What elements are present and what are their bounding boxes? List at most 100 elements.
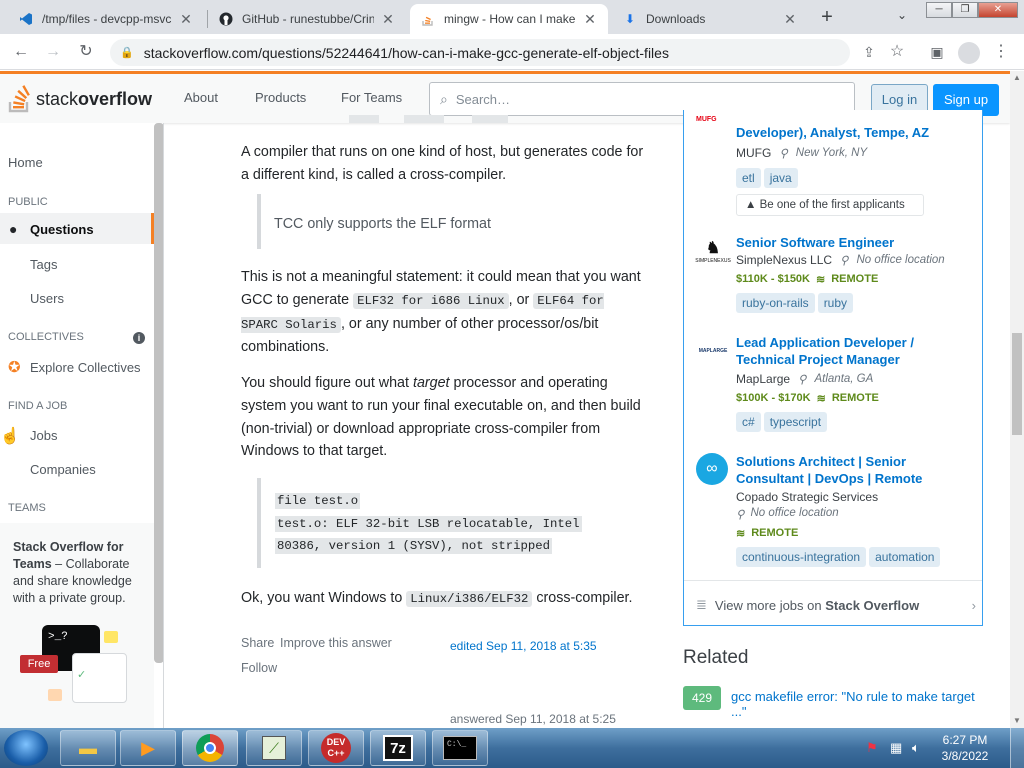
search-icon: ⌕	[440, 90, 448, 107]
tab-downloads[interactable]: ⬇ Downloads ✕	[612, 4, 808, 34]
remote-label: REMOTE	[831, 392, 879, 404]
sidebar-item-companies[interactable]: Companies	[30, 462, 96, 477]
action-center-icon[interactable]: ⚑	[866, 740, 878, 756]
explorer-taskbar-button[interactable]: ▬	[60, 730, 116, 766]
tag[interactable]: continuous-integration	[736, 547, 867, 567]
tab-search-icon[interactable]: ⌄	[897, 8, 907, 22]
new-tab-button[interactable]: +	[816, 6, 838, 28]
scroll-down-icon[interactable]: ▼	[1013, 716, 1021, 725]
volume-icon[interactable]: 🔈︎	[912, 740, 920, 756]
url-bar[interactable]: 🔒 stackoverflow.com/questions/52244641/h…	[110, 39, 850, 66]
globe-icon: ●	[9, 221, 18, 237]
improve-answer-link[interactable]: Improve this answer	[280, 636, 392, 650]
sidebar-section-find-a-job: FIND A JOB	[8, 400, 68, 412]
devcpp-taskbar-button[interactable]: DEV C++	[308, 730, 364, 766]
tab-devcpp[interactable]: /tmp/files - devcpp-msvc ✕	[8, 4, 204, 34]
sidebar-item-tags[interactable]: Tags	[30, 257, 57, 272]
nav-for-teams[interactable]: For Teams	[341, 90, 402, 105]
job-salary: $110K - $150K	[736, 273, 810, 285]
tag[interactable]: automation	[869, 547, 941, 567]
share-link[interactable]: Share	[241, 636, 274, 650]
profile-avatar[interactable]	[958, 42, 980, 64]
tag[interactable]: c#	[736, 412, 761, 432]
info-icon[interactable]: i	[133, 332, 145, 344]
editor-taskbar-button[interactable]: ⟋	[246, 730, 302, 766]
tag[interactable]: etl	[736, 168, 761, 188]
scroll-up-icon[interactable]: ▲	[1013, 73, 1021, 82]
sidebar-section-teams: TEAMS	[8, 502, 46, 514]
bookmark-star-icon[interactable]: ☆	[886, 42, 908, 62]
answer-paragraph: A compiler that runs on one kind of host…	[241, 144, 644, 183]
sidebar-item-users[interactable]: Users	[30, 291, 64, 306]
related-question-link[interactable]: gcc makefile error: "No rule to make tar…	[731, 689, 991, 719]
menu-dots-icon[interactable]: ⋮	[990, 42, 1012, 62]
start-button[interactable]	[4, 730, 48, 766]
job-company: SimpleNexus LLC	[736, 253, 833, 267]
view-more-jobs-link[interactable]: ≣ View more jobs on Stack Overflow ›	[696, 594, 976, 616]
network-icon[interactable]: ▦	[890, 740, 902, 756]
nav-about[interactable]: About	[184, 90, 218, 105]
mouse-cursor-icon: ☝	[0, 428, 20, 445]
job-title[interactable]: Senior Software Engineer	[736, 234, 976, 251]
minimize-button[interactable]: ─	[926, 2, 952, 18]
show-desktop-button[interactable]	[1010, 728, 1024, 768]
tag[interactable]: ruby	[817, 293, 854, 313]
edited-timestamp[interactable]: edited Sep 11, 2018 at 5:35	[450, 639, 597, 653]
code-line: 80386, version 1 (SYSV), not stripped	[275, 538, 553, 554]
media-player-icon: ▶	[141, 737, 155, 758]
page-scrollbar[interactable]: ▲ ▼	[1010, 71, 1024, 728]
tab-github[interactable]: GitHub - runestubbe/Crin ✕	[208, 4, 406, 34]
windows-taskbar: ▬ ▶ ⟋ DEV C++ 7z C:\_ ⚑ ▦ 🔈︎ 6:27 PM 3/8/…	[0, 728, 1024, 768]
close-icon[interactable]: ✕	[582, 11, 598, 28]
answer-paragraph: Ok, you want Windows to Linux/i386/ELF32…	[241, 587, 646, 611]
chrome-taskbar-button[interactable]	[182, 730, 238, 766]
code-line: test.o: ELF 32-bit LSB relocatable, Inte…	[275, 515, 582, 532]
follow-link[interactable]: Follow	[241, 661, 277, 675]
media-player-taskbar-button[interactable]: ▶	[120, 730, 176, 766]
reload-icon[interactable]: ↻	[75, 42, 97, 62]
sidebar-item-explore-collectives[interactable]: Explore Collectives	[30, 360, 141, 375]
paragraph-text: , or	[508, 291, 534, 308]
system-clock[interactable]: 6:27 PM 3/8/2022	[930, 732, 1000, 764]
nav-products[interactable]: Products	[255, 90, 306, 105]
answer-paragraph: You should figure out what target proces…	[241, 372, 646, 463]
tag[interactable]: java	[763, 168, 798, 188]
7zip-icon: 7z	[383, 735, 413, 761]
company-logo-text: SIMPLENEXUS	[695, 258, 731, 264]
job-title[interactable]: Developer), Analyst, Tempe, AZ	[736, 124, 976, 141]
cmd-taskbar-button[interactable]: C:\_	[432, 730, 488, 766]
tab-stackoverflow[interactable]: mingw - How can I make ✕	[410, 4, 608, 34]
tag[interactable]: typescript	[763, 412, 828, 432]
job-title[interactable]: Lead Application Developer / Technical P…	[736, 334, 956, 368]
lock-icon: 🔒	[120, 47, 134, 59]
side-panel-icon[interactable]: ▣	[926, 42, 948, 62]
code-fragment	[349, 115, 379, 123]
sidebar-scrollbar[interactable]	[154, 123, 163, 663]
window-close-button[interactable]: ✕	[978, 2, 1018, 18]
tab-title: /tmp/files - devcpp-msvc	[42, 12, 172, 26]
tag[interactable]: ruby-on-rails	[736, 293, 815, 313]
scrollbar-thumb[interactable]	[1012, 333, 1022, 435]
job-tags: ruby-on-rails ruby	[736, 293, 856, 313]
job-salary-row: $100K - $170K ≋ REMOTE	[736, 392, 879, 405]
sidebar-item-questions[interactable]: ● Questions	[0, 213, 154, 244]
close-icon[interactable]: ✕	[178, 11, 194, 28]
chart-editor-icon: ⟋	[262, 736, 286, 760]
download-icon: ⬇	[624, 12, 636, 26]
stackoverflow-logo[interactable]: stack overflow	[8, 82, 152, 116]
share-icon[interactable]: ⇪	[858, 42, 880, 62]
maximize-button[interactable]: ❐	[952, 2, 978, 18]
close-icon[interactable]: ✕	[782, 11, 798, 28]
url-text: stackoverflow.com/questions/52244641/how…	[143, 44, 669, 61]
forward-icon[interactable]: →	[42, 42, 64, 62]
close-icon[interactable]: ✕	[380, 11, 396, 28]
back-icon[interactable]: ←	[10, 42, 32, 62]
job-title[interactable]: Solutions Architect | Senior Consultant …	[736, 453, 956, 487]
wifi-icon: ≋	[736, 528, 746, 540]
7zip-taskbar-button[interactable]: 7z	[370, 730, 426, 766]
job-salary-row: $110K - $150K ≋ REMOTE	[736, 273, 878, 286]
applicants-note: Be one of the first applicants	[759, 199, 905, 211]
sidebar-item-jobs[interactable]: Jobs	[30, 428, 57, 443]
sidebar-item-home[interactable]: Home	[8, 155, 43, 170]
collectives-icon: ✪	[8, 359, 21, 376]
